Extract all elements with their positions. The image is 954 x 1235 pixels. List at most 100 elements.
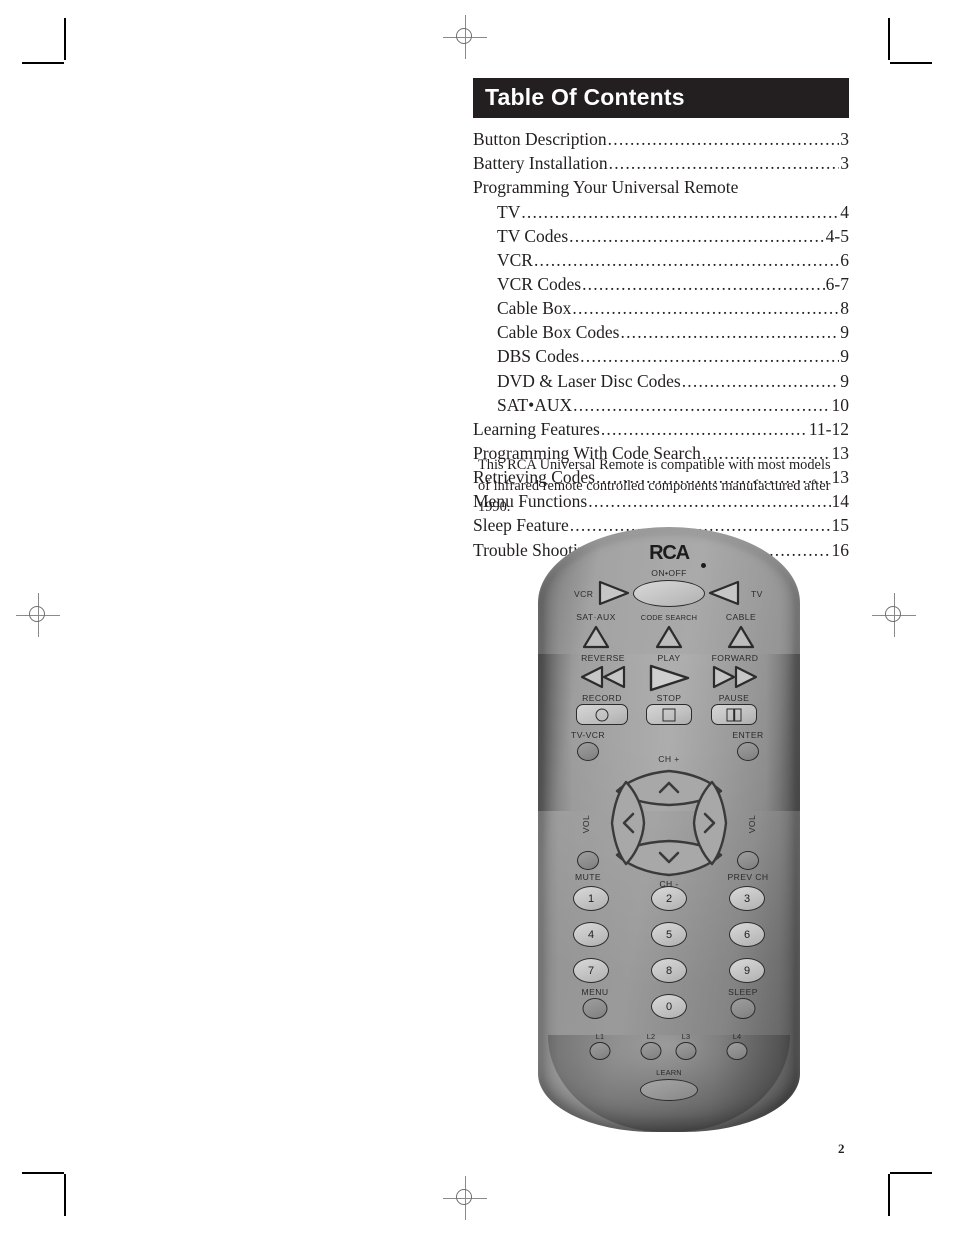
menu-label: MENU	[581, 987, 609, 997]
code-search-button[interactable]	[654, 624, 684, 650]
toc-entry-label: TV Codes	[497, 225, 569, 246]
key-2[interactable]: 2	[651, 886, 687, 911]
key-8-label: 8	[665, 964, 673, 977]
crop-mark-bottom-left-horizontal	[22, 1172, 64, 1174]
toc-entry-page: 9	[840, 346, 849, 367]
crop-mark-bottom-left-vertical	[64, 1174, 66, 1216]
toc-entry[interactable]: SAT•AUX.................................…	[473, 393, 849, 417]
ch-up-label: CH +	[658, 754, 680, 764]
crop-mark-top-left-vertical	[64, 18, 66, 60]
toc-entry[interactable]: Learning Features.......................…	[473, 417, 849, 441]
reverse-label: REVERSE	[581, 653, 625, 663]
learn-button[interactable]	[640, 1079, 698, 1101]
sat-aux-label: SAT·AUX	[576, 612, 616, 622]
toc-entry-label: DBS Codes	[497, 346, 580, 367]
toc-entry[interactable]: Battery Installation....................…	[473, 151, 849, 175]
toc-entry[interactable]: Button Description......................…	[473, 127, 849, 151]
key-4[interactable]: 4	[573, 922, 609, 947]
rca-logo: RCA	[649, 542, 690, 564]
toc-entry[interactable]: Cable Box...............................…	[473, 296, 849, 320]
sat-aux-button[interactable]	[581, 624, 611, 650]
toc-entry[interactable]: VCR Codes...............................…	[473, 272, 849, 296]
record-button[interactable]	[576, 704, 628, 725]
toc-entry-page: 9	[840, 370, 849, 391]
stop-button[interactable]	[646, 704, 692, 725]
toc-leader-dots: ........................................…	[580, 346, 839, 367]
registration-mark-left	[16, 593, 60, 637]
compatibility-note: This RCA Universal Remote is compatible …	[478, 457, 831, 515]
forward-label: FORWARD	[711, 653, 759, 663]
key-5[interactable]: 5	[651, 922, 687, 947]
key-2-label: 2	[665, 892, 673, 905]
toc-entry-label: Learning Features	[473, 418, 600, 439]
toc-leader-dots: ........................................…	[620, 322, 840, 343]
key-0-label: 0	[665, 1000, 673, 1013]
toc-leader-dots: ........................................…	[681, 370, 840, 391]
tv-label: TV	[751, 589, 763, 599]
toc-entry[interactable]: Cable Box Codes.........................…	[473, 320, 849, 344]
toc-entry[interactable]: DBS Codes...............................…	[473, 344, 849, 368]
remote-face: RCA ON•OFF VCR TV SAT·AUX CODE SEARCH CA…	[538, 527, 800, 1132]
toc-entry[interactable]: TV......................................…	[473, 200, 849, 224]
mute-button[interactable]	[577, 851, 599, 870]
toc-entry-label: SAT•AUX	[497, 394, 573, 415]
key-9[interactable]: 9	[729, 958, 765, 983]
toc-entry-page: 10	[831, 394, 850, 415]
sleep-button[interactable]	[730, 998, 756, 1019]
toc-entry-page: 11-12	[808, 418, 849, 439]
l1-button[interactable]	[589, 1042, 611, 1060]
forward-button[interactable]	[711, 664, 759, 690]
vol-up-label: VOL	[747, 814, 757, 834]
toc-entry-label: DVD & Laser Disc Codes	[497, 370, 681, 391]
l2-label: L2	[646, 1032, 656, 1041]
power-button[interactable]	[633, 580, 705, 607]
toc-entry[interactable]: DVD & Laser Disc Codes..................…	[473, 369, 849, 393]
stop-label: STOP	[656, 693, 682, 703]
reverse-button[interactable]	[579, 664, 627, 690]
vcr-label: VCR	[574, 589, 594, 599]
l1-label: L1	[595, 1032, 605, 1041]
toc-leader-dots: ........................................…	[582, 273, 825, 294]
on-off-label: ON•OFF	[651, 568, 687, 578]
vcr-button[interactable]	[597, 579, 631, 607]
toc-leader-dots: ........................................…	[572, 298, 839, 319]
mute-label: MUTE	[575, 872, 601, 882]
toc-entry[interactable]: Programming Your Universal Remote.......…	[473, 175, 849, 199]
l3-button[interactable]	[675, 1042, 697, 1060]
registration-mark-top	[443, 15, 487, 59]
key-8[interactable]: 8	[651, 958, 687, 983]
key-1-label: 1	[587, 892, 595, 905]
tv-button[interactable]	[707, 579, 741, 607]
toc-entry[interactable]: VCR.....................................…	[473, 248, 849, 272]
toc-entry-label: Cable Box	[497, 298, 572, 319]
toc-leader-dots: ........................................…	[600, 418, 808, 439]
menu-button[interactable]	[582, 998, 608, 1019]
page-number: 2	[838, 1141, 845, 1156]
cable-label: CABLE	[725, 612, 757, 622]
toc-entry-page: 3	[840, 129, 849, 150]
toc-entry-label: TV	[497, 201, 521, 222]
cable-button[interactable]	[726, 624, 756, 650]
toc-entry[interactable]: TV Codes................................…	[473, 224, 849, 248]
tv-vcr-label: TV-VCR	[571, 730, 605, 740]
toc-entry-page: 16	[831, 539, 850, 560]
tv-vcr-button[interactable]	[577, 742, 599, 761]
l4-button[interactable]	[726, 1042, 748, 1060]
page-title: Table Of Contents	[473, 78, 849, 119]
l2-button[interactable]	[640, 1042, 662, 1060]
toc-entry-label: VCR Codes	[497, 273, 582, 294]
key-6[interactable]: 6	[729, 922, 765, 947]
key-3[interactable]: 3	[729, 886, 765, 911]
key-0[interactable]: 0	[651, 994, 687, 1019]
prev-ch-button[interactable]	[737, 851, 759, 870]
crop-mark-bottom-right-vertical	[888, 1174, 890, 1216]
direction-pad[interactable]	[608, 767, 730, 879]
play-label: PLAY	[657, 653, 681, 663]
pause-button[interactable]	[711, 704, 757, 725]
key-1[interactable]: 1	[573, 886, 609, 911]
key-7[interactable]: 7	[573, 958, 609, 983]
play-button[interactable]	[647, 663, 691, 693]
enter-button[interactable]	[737, 742, 759, 761]
toc-entry-page: 4	[840, 201, 849, 222]
key-9-label: 9	[743, 964, 751, 977]
